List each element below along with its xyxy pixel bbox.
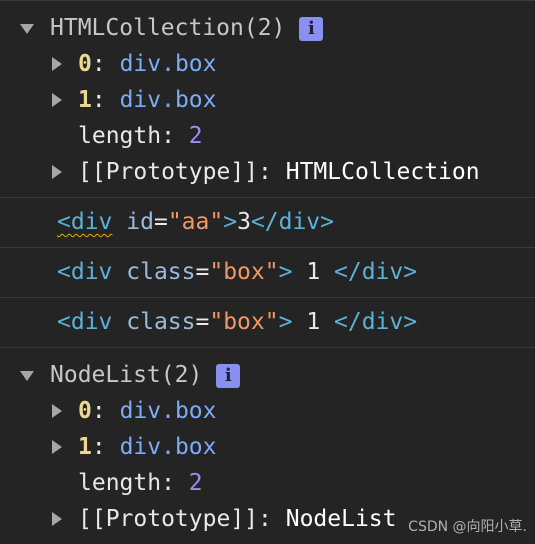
item-value[interactable]: div.box — [120, 434, 217, 460]
attr-eq: = — [195, 309, 210, 335]
attr-value: "box" — [209, 259, 279, 285]
attr-value: "box" — [209, 309, 279, 335]
collapsed-triangle-icon[interactable] — [52, 512, 62, 526]
tag-close: > — [223, 209, 238, 235]
tag-close: > — [278, 309, 293, 335]
item-index: 1 — [78, 434, 92, 460]
item-value[interactable]: div.box — [120, 398, 217, 424]
attr-name: class — [126, 309, 196, 335]
collection-length-row: length: 2 — [78, 123, 203, 149]
collapsed-triangle-icon[interactable] — [52, 440, 62, 454]
console-html-line-1[interactable]: <div id="aa">3</div> — [0, 198, 535, 248]
collection-item-1[interactable]: 1: div.box — [0, 82, 535, 118]
attr-name: class — [126, 259, 196, 285]
console-html-line-3[interactable]: <div class="box"> 1 </div> — [0, 298, 535, 348]
length-key: length — [78, 123, 162, 149]
open-tag: <div — [57, 259, 113, 285]
collapsed-triangle-icon[interactable] — [52, 165, 62, 179]
expand-triangle-icon[interactable] — [20, 371, 34, 381]
collapsed-triangle-icon[interactable] — [52, 93, 62, 107]
end-tag: </div> — [334, 309, 418, 335]
collection-item-0[interactable]: 0: div.box — [0, 46, 535, 82]
item-index: 1 — [78, 87, 92, 113]
info-icon[interactable]: i — [299, 17, 324, 41]
item-value[interactable]: div.box — [120, 51, 217, 77]
console-html-line-2[interactable]: <div class="box"> 1 </div> — [0, 248, 535, 298]
item-index: 0 — [78, 51, 92, 77]
nodelist-length-row: length: 2 — [78, 470, 203, 496]
attr-eq: = — [153, 209, 168, 235]
htmlcollection-entry: HTMLCollection(2) i 0: div.box 1: div.box… — [0, 0, 535, 198]
text-node: 1 — [292, 259, 335, 285]
nodelist-item-1[interactable]: 1: div.box — [0, 429, 535, 465]
nodelist-header[interactable]: NodeList(2) i — [0, 357, 535, 393]
attr-value: "aa" — [167, 209, 224, 235]
length-value: 2 — [188, 470, 203, 496]
open-tag: <div — [57, 309, 113, 335]
nodelist-item-0[interactable]: 0: div.box — [0, 393, 535, 429]
nodelist-title: NodeList(2) — [50, 362, 203, 388]
open-tag: <div — [57, 209, 113, 235]
prototype-value: HTMLCollection — [285, 159, 480, 185]
collection-prototype-row[interactable]: [[Prototype]]: HTMLCollection — [0, 154, 535, 190]
expand-triangle-icon[interactable] — [20, 24, 34, 34]
item-index: 0 — [78, 398, 92, 424]
prototype-key: [[Prototype]] — [78, 506, 259, 532]
htmlcollection-header[interactable]: HTMLCollection(2) i — [0, 10, 535, 46]
prototype-key: [[Prototype]] — [78, 159, 259, 185]
htmlcollection-title: HTMLCollection(2) — [50, 15, 286, 41]
text-node: 1 — [292, 309, 335, 335]
collapsed-triangle-icon[interactable] — [52, 57, 62, 71]
text-node: 3 — [237, 209, 251, 235]
prototype-value: NodeList — [285, 506, 397, 532]
end-tag: </div> — [334, 259, 418, 285]
end-tag: </div> — [250, 209, 335, 235]
attr-name: id — [126, 209, 154, 235]
tag-close: > — [278, 259, 293, 285]
collapsed-triangle-icon[interactable] — [52, 404, 62, 418]
attr-eq: = — [195, 259, 210, 285]
length-value: 2 — [188, 123, 203, 149]
nodelist-entry: NodeList(2) i 0: div.box 1: div.box lengt… — [0, 348, 535, 537]
info-icon[interactable]: i — [216, 364, 241, 388]
watermark: CSDN @向阳小草. — [408, 519, 527, 535]
length-key: length — [78, 470, 162, 496]
item-value[interactable]: div.box — [120, 87, 217, 113]
